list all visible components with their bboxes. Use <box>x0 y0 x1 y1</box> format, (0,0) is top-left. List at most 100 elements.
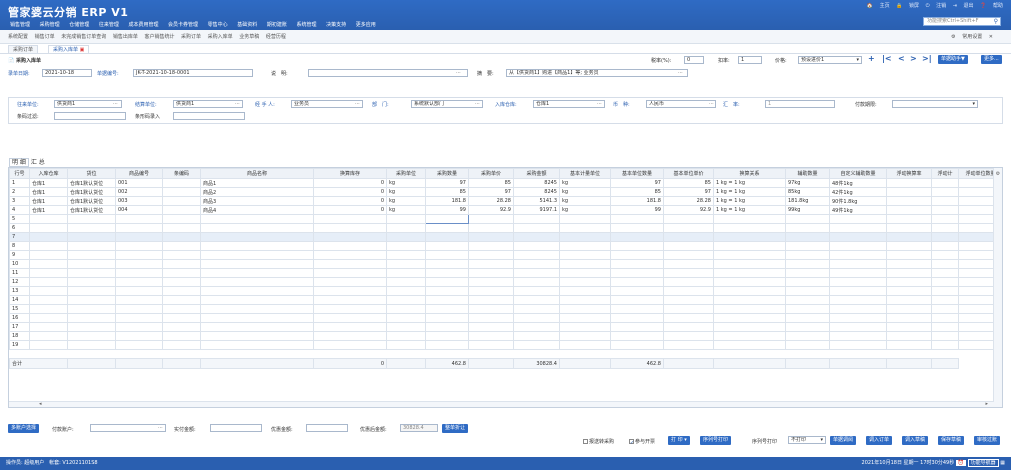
cell-name[interactable]: 商品3 <box>200 196 314 206</box>
cell-unit[interactable]: kg <box>386 187 426 197</box>
approve-post-button[interactable]: 审核过账 <box>974 436 1001 445</box>
ellipsis-icon[interactable]: ··· <box>113 101 118 107</box>
table-row[interactable]: 6 <box>9 223 994 233</box>
tab-summary[interactable]: 汇 总 <box>31 159 45 166</box>
column-header[interactable]: 商品编号 <box>115 168 163 179</box>
cell-location[interactable]: 仓库1默认货位 <box>67 178 116 188</box>
menu-item[interactable]: 往来管理 <box>99 22 119 28</box>
cell-location[interactable]: 仓库1默认货位 <box>67 187 116 197</box>
cell-code[interactable]: 002 <box>115 187 163 197</box>
rate-input[interactable]: 1 <box>765 100 835 108</box>
table-row[interactable]: 19 <box>9 340 994 350</box>
paid-input[interactable] <box>210 424 262 432</box>
last-icon[interactable]: >| <box>922 54 932 63</box>
cell-price[interactable]: 97 <box>468 187 514 197</box>
menu-item[interactable]: 期初建账 <box>267 22 287 28</box>
settle-input[interactable]: 供货商1 <box>173 100 243 108</box>
cell-barcode[interactable] <box>162 205 201 215</box>
barcode-entry-input[interactable] <box>173 112 245 120</box>
table-row[interactable]: 2 仓库1 仓库1默认货位 002 商品2 0 kg 85 97 8245 kg 85 97 1 kg =… <box>9 187 994 197</box>
column-header[interactable]: 行号 <box>9 168 30 179</box>
cell-warehouse[interactable]: 仓库1 <box>29 178 68 188</box>
quick-nav-item[interactable]: 采购入库单 <box>208 34 233 40</box>
quick-nav-item[interactable]: 客户销售统计 <box>144 34 174 40</box>
table-row[interactable]: 16 <box>9 313 994 323</box>
column-header[interactable]: 货位 <box>67 168 116 179</box>
home-link[interactable]: 🏠 主页 <box>867 3 890 9</box>
price-select[interactable]: 预设进价1 ▾ <box>798 56 862 64</box>
supplier-input[interactable]: 供货商1 <box>54 100 122 108</box>
menu-item[interactable]: 销售管理 <box>10 22 30 28</box>
table-row[interactable]: 3 仓库1 仓库1默认货位 003 商品3 0 kg 181.8 28.28 5141.3 kg 18… <box>9 196 994 206</box>
cell-name[interactable]: 商品1 <box>200 178 314 188</box>
scroll-right-icon[interactable]: ▸ <box>985 401 988 407</box>
cell-price[interactable]: 85 <box>468 178 514 188</box>
column-header[interactable]: 换算库存 <box>313 168 387 179</box>
cell-location[interactable]: 仓库1默认货位 <box>67 205 116 215</box>
table-row[interactable]: 12 <box>9 277 994 287</box>
add-icon[interactable]: + <box>868 54 875 63</box>
close-icon[interactable]: ✕ <box>989 34 993 40</box>
table-row[interactable]: 8 <box>9 241 994 251</box>
column-header[interactable]: 采购单位 <box>386 168 426 179</box>
column-header[interactable]: 浮动单位数量 <box>958 168 994 179</box>
table-row[interactable]: 1 仓库1 仓库1默认货位 001 商品1 0 kg 97 85 8245 kg 97 85 1 kg =… <box>9 178 994 188</box>
menu-item[interactable]: 更多应用 <box>356 22 376 28</box>
cell-barcode[interactable] <box>162 178 201 188</box>
column-header[interactable]: 基本计量单位 <box>559 168 611 179</box>
cell-qty[interactable]: 85 <box>425 187 469 197</box>
scroll-left-icon[interactable]: ◂ <box>39 401 42 407</box>
tax-input[interactable]: 0 <box>684 56 704 64</box>
checkbox-checked[interactable] <box>629 439 634 444</box>
clock-icon[interactable]: ⏰ <box>955 460 967 466</box>
lock-link[interactable]: 🔒 锁屏 <box>896 3 919 9</box>
table-row[interactable]: 9 <box>9 250 994 260</box>
ellipsis-icon[interactable]: ··· <box>235 101 240 107</box>
cell-location[interactable]: 仓库1默认货位 <box>67 196 116 206</box>
doc-helper-button[interactable]: 单据助手▼ <box>938 55 968 64</box>
tab-purchase-inbound[interactable]: 采购入库单 ▣ <box>48 45 90 53</box>
table-row[interactable]: 11 <box>9 268 994 278</box>
cell-price[interactable]: 28.28 <box>468 196 514 206</box>
column-header[interactable]: 入库仓库 <box>29 168 68 179</box>
quick-nav-item[interactable]: 未完成销售订单查询 <box>61 34 106 40</box>
menu-item[interactable]: 成本费用管理 <box>128 22 158 28</box>
quick-nav-item[interactable]: 业务草稿 <box>239 34 259 40</box>
desc-input[interactable] <box>308 69 468 77</box>
column-header[interactable]: 基本单位数量 <box>610 168 664 179</box>
doc-lookup-button[interactable]: 单据调阅 <box>830 436 857 445</box>
cell-barcode[interactable] <box>162 187 201 197</box>
checkbox[interactable] <box>583 439 588 444</box>
column-header[interactable]: 采购金额 <box>513 168 560 179</box>
column-header[interactable]: 换算关系 <box>713 168 786 179</box>
table-row[interactable]: 4 仓库1 仓库1默认货位 004 商品4 0 kg 99 92.9 9197.1 kg 99 92.9… <box>9 205 994 215</box>
grid-icon[interactable]: ▦ <box>1000 460 1005 466</box>
ellipsis-icon[interactable]: ··· <box>158 425 163 431</box>
exit-link[interactable]: ⇥ 退出 <box>953 3 974 9</box>
save-draft-button[interactable]: 保存草稿 <box>938 436 965 445</box>
cell-qty[interactable]: 181.8 <box>425 196 469 206</box>
table-row[interactable]: 7 <box>9 232 994 242</box>
menu-item[interactable]: 会员卡券管理 <box>168 22 198 28</box>
more-button[interactable]: 更多... <box>981 55 1002 64</box>
cell-amount[interactable]: 8245 <box>513 178 560 188</box>
cell-barcode[interactable] <box>162 196 201 206</box>
column-header[interactable]: 商品名称 <box>200 168 314 179</box>
tab-detail[interactable]: 明 细 <box>9 158 29 167</box>
doc-no-input[interactable]: JK-T-2021-10-18-0001 <box>133 69 253 77</box>
column-header[interactable]: 基本单位单价 <box>663 168 714 179</box>
payterm-select[interactable]: ▾ <box>892 100 978 108</box>
table-row[interactable]: 17 <box>9 322 994 332</box>
account-input[interactable] <box>90 424 166 432</box>
navigator-button[interactable]: 功能导航器 <box>967 459 999 467</box>
menu-item[interactable]: 采购管理 <box>40 22 60 28</box>
cell-qty[interactable]: 97 <box>425 178 469 188</box>
discount-input[interactable]: 1 <box>738 56 762 64</box>
table-row[interactable]: 10 <box>9 259 994 269</box>
currency-input[interactable]: 人民币 <box>646 100 716 108</box>
ellipsis-icon[interactable]: ··· <box>709 101 714 107</box>
warehouse-input[interactable]: 仓库1 <box>533 100 605 108</box>
cell-code[interactable]: 001 <box>115 178 163 188</box>
cell-amount[interactable]: 8245 <box>513 187 560 197</box>
cell-unit[interactable]: kg <box>386 196 426 206</box>
